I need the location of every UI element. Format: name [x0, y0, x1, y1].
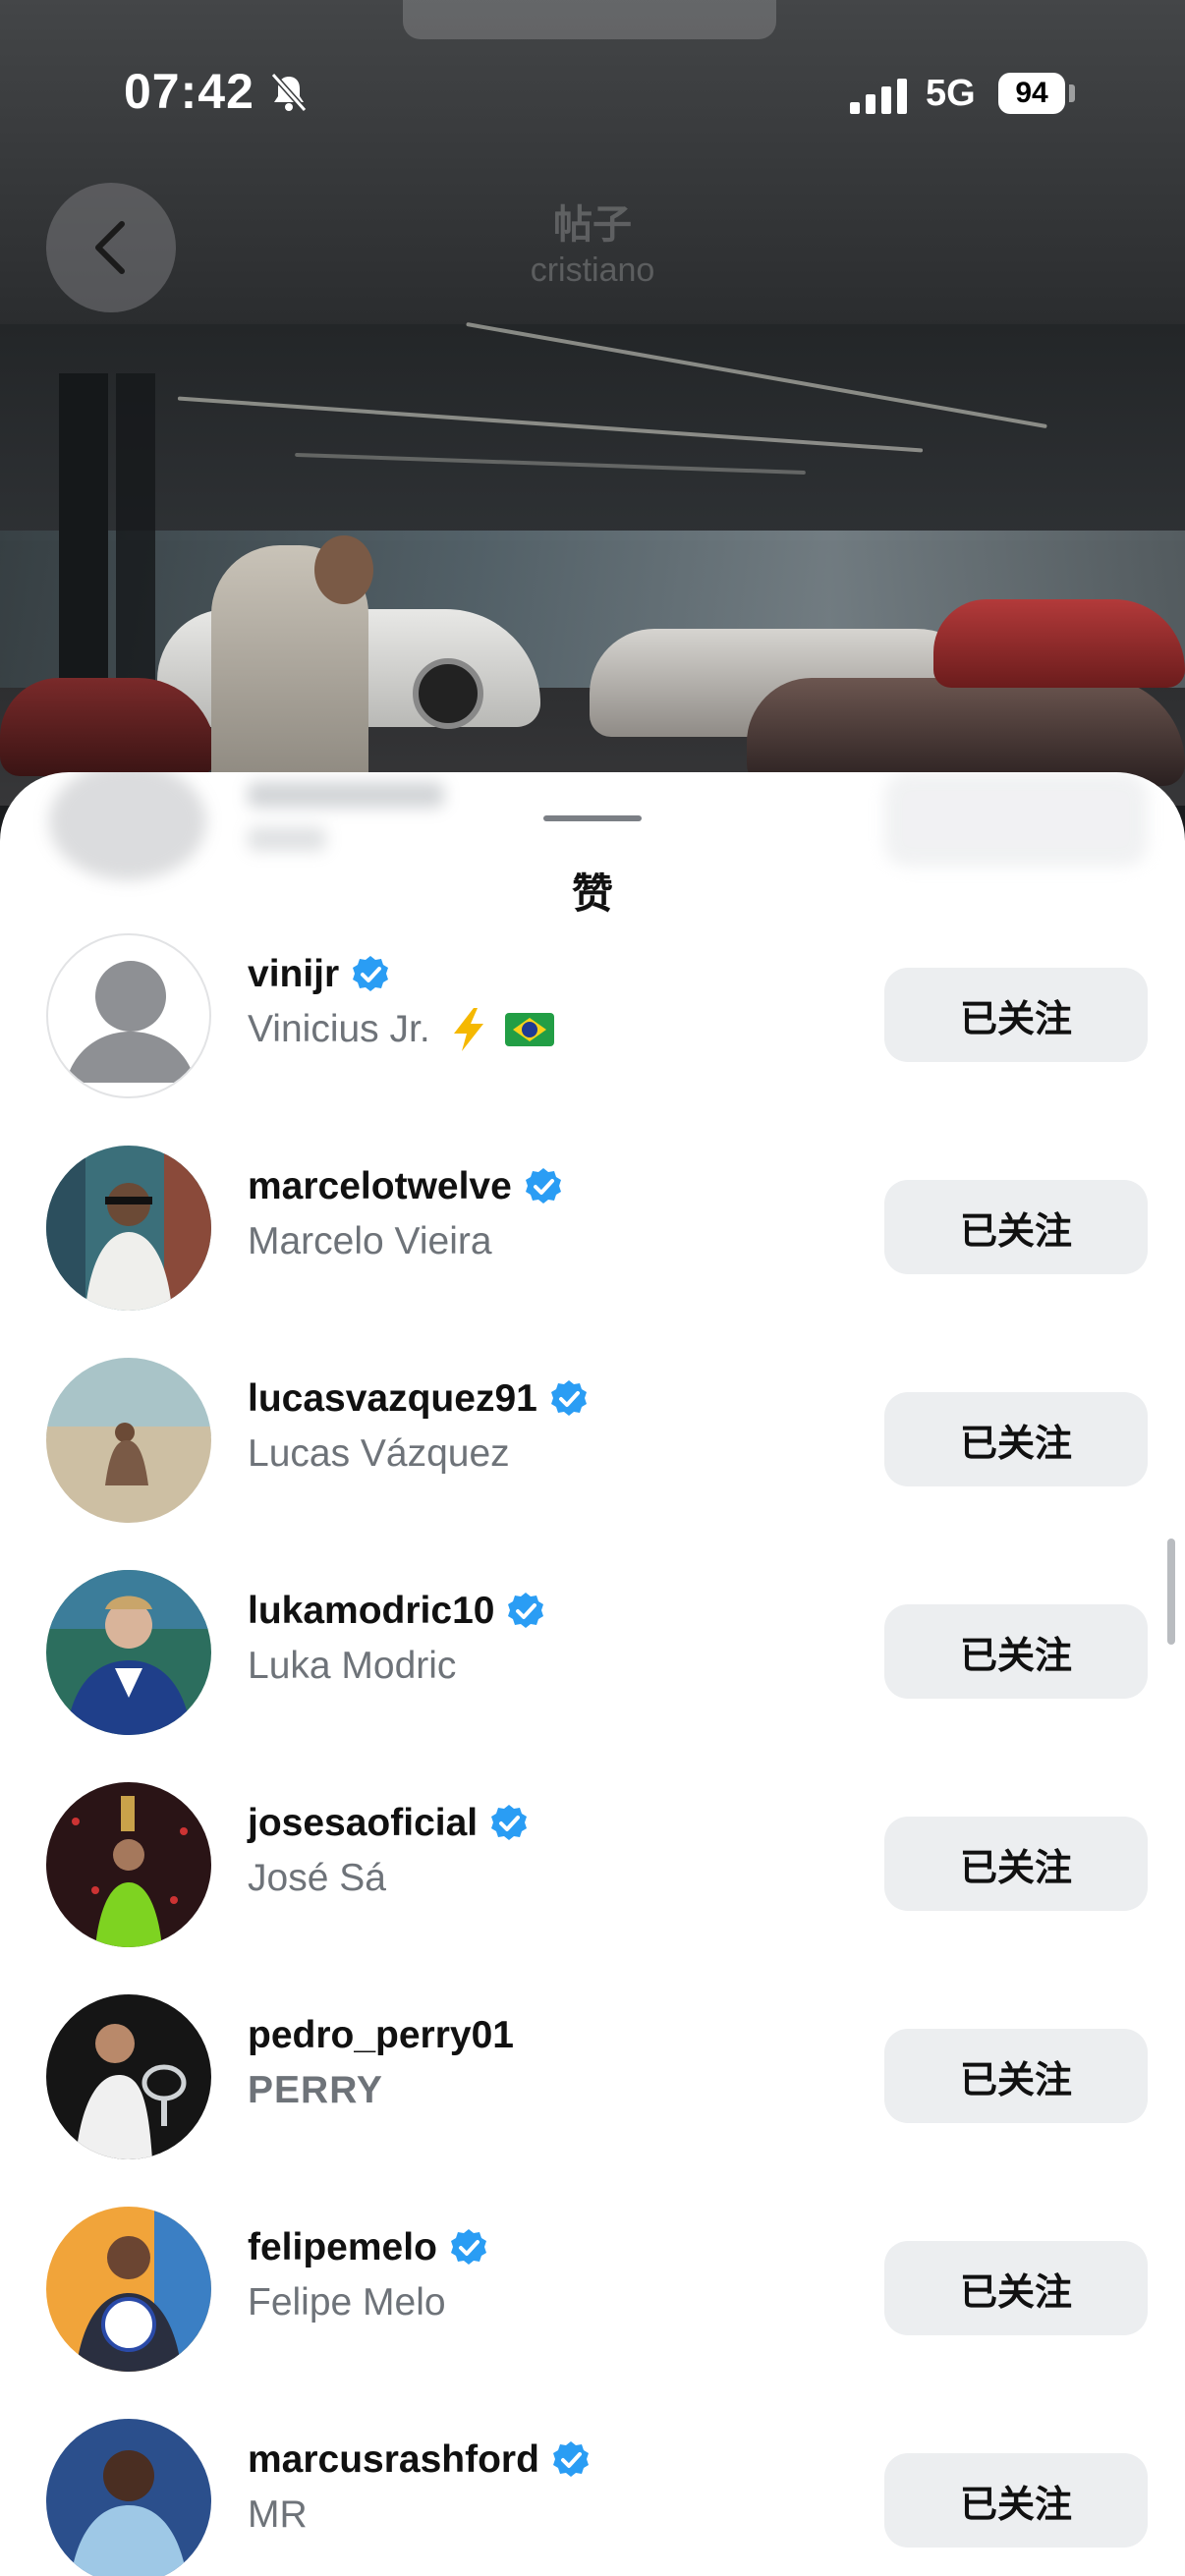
list-item[interactable]: marcelotwelve Marcelo Vieira 已关注	[0, 1146, 1185, 1358]
verified-badge-icon	[552, 2441, 589, 2477]
full-name: PERRY	[248, 2069, 383, 2111]
following-button[interactable]: 已关注	[884, 1604, 1148, 1699]
blurred-fullname	[248, 827, 326, 851]
status-bar: 07:42 5G 94	[0, 59, 1185, 134]
username[interactable]: felipemelo	[248, 2226, 437, 2269]
sheet-drag-handle[interactable]	[543, 815, 642, 821]
avatar[interactable]	[46, 1146, 211, 1311]
verified-badge-icon	[450, 2229, 486, 2265]
page-subtitle: cristiano	[530, 252, 655, 289]
avatar[interactable]	[46, 2207, 211, 2372]
cellular-signal-icon	[850, 79, 907, 114]
blurred-follow-button	[884, 772, 1148, 867]
car-wheel	[413, 658, 483, 729]
avatar[interactable]	[46, 1994, 211, 2159]
profile-photo	[46, 1358, 211, 1523]
username[interactable]: josesaoficial	[248, 1802, 478, 1845]
status-time: 07:42	[124, 64, 254, 119]
garage-ceiling	[0, 324, 1185, 540]
sheet-title: 赞	[571, 870, 613, 917]
likes-list: vinijr Vinicius Jr. 已关注 marcelotwelve Ma…	[0, 933, 1185, 2576]
profile-photo	[46, 2419, 211, 2576]
lightning-emoji-icon	[453, 1008, 483, 1051]
full-name: Marcelo Vieira	[248, 1220, 492, 1262]
battery-tip	[1069, 84, 1075, 102]
following-button[interactable]: 已关注	[884, 1392, 1148, 1486]
verified-badge-icon	[491, 1805, 528, 1840]
default-avatar-icon	[66, 961, 196, 1083]
avatar[interactable]	[46, 1570, 211, 1735]
avatar[interactable]	[46, 933, 211, 1098]
verified-badge-icon	[550, 1380, 587, 1416]
profile-photo	[46, 1146, 211, 1311]
list-item[interactable]: marcusrashford MR 已关注	[0, 2419, 1185, 2576]
following-button[interactable]: 已关注	[884, 2453, 1148, 2548]
avatar[interactable]	[46, 1782, 211, 1947]
following-button[interactable]: 已关注	[884, 1817, 1148, 1911]
list-item[interactable]: josesaoficial José Sá 已关注	[0, 1782, 1185, 1994]
battery-icon: 94	[998, 73, 1065, 114]
following-button[interactable]: 已关注	[884, 2241, 1148, 2335]
full-name: Vinicius Jr.	[248, 1008, 430, 1050]
verified-badge-icon	[508, 1593, 544, 1628]
full-name: Luka Modric	[248, 1645, 457, 1687]
verified-badge-icon	[353, 956, 389, 991]
full-name: Lucas Vázquez	[248, 1432, 510, 1475]
person-head	[314, 535, 373, 604]
brazil-flag-icon	[504, 1013, 554, 1046]
avatar[interactable]	[46, 1358, 211, 1523]
network-type: 5G	[926, 73, 976, 114]
username[interactable]: lucasvazquez91	[248, 1377, 537, 1421]
following-button[interactable]: 已关注	[884, 2029, 1148, 2123]
blurred-username	[248, 782, 444, 808]
verified-badge-icon	[525, 1168, 561, 1204]
dark-car	[747, 678, 1185, 786]
page-title: 帖子	[553, 203, 632, 247]
full-name: MR	[248, 2493, 308, 2536]
blurred-banner	[403, 0, 776, 39]
likes-sheet: 赞 vinijr Vinicius Jr. 已关注 marcelotwelve …	[0, 772, 1185, 2576]
list-item[interactable]: lukamodric10 Luka Modric 已关注	[0, 1570, 1185, 1782]
profile-photo	[46, 1782, 211, 1947]
avatar[interactable]	[46, 2419, 211, 2576]
bell-muted-icon	[270, 73, 308, 112]
username[interactable]: vinijr	[248, 953, 339, 996]
list-item[interactable]: felipemelo Felipe Melo 已关注	[0, 2207, 1185, 2419]
username[interactable]: lukamodric10	[248, 1590, 494, 1633]
following-button[interactable]: 已关注	[884, 1180, 1148, 1274]
username[interactable]: pedro_perry01	[248, 2014, 514, 2057]
list-item[interactable]: vinijr Vinicius Jr. 已关注	[0, 933, 1185, 1146]
scrollbar[interactable]	[1167, 1539, 1175, 1645]
profile-photo	[46, 2207, 211, 2372]
profile-photo	[46, 1570, 211, 1735]
full-name: José Sá	[248, 1857, 386, 1899]
list-item[interactable]: lucasvazquez91 Lucas Vázquez 已关注	[0, 1358, 1185, 1570]
profile-photo	[46, 1994, 211, 2159]
red-car	[933, 599, 1185, 688]
username[interactable]: marcelotwelve	[248, 1165, 512, 1208]
red-car-left	[0, 678, 216, 776]
username[interactable]: marcusrashford	[248, 2438, 539, 2482]
full-name: Felipe Melo	[248, 2281, 446, 2324]
following-button[interactable]: 已关注	[884, 968, 1148, 1062]
list-item[interactable]: pedro_perry01 PERRY 已关注	[0, 1994, 1185, 2207]
